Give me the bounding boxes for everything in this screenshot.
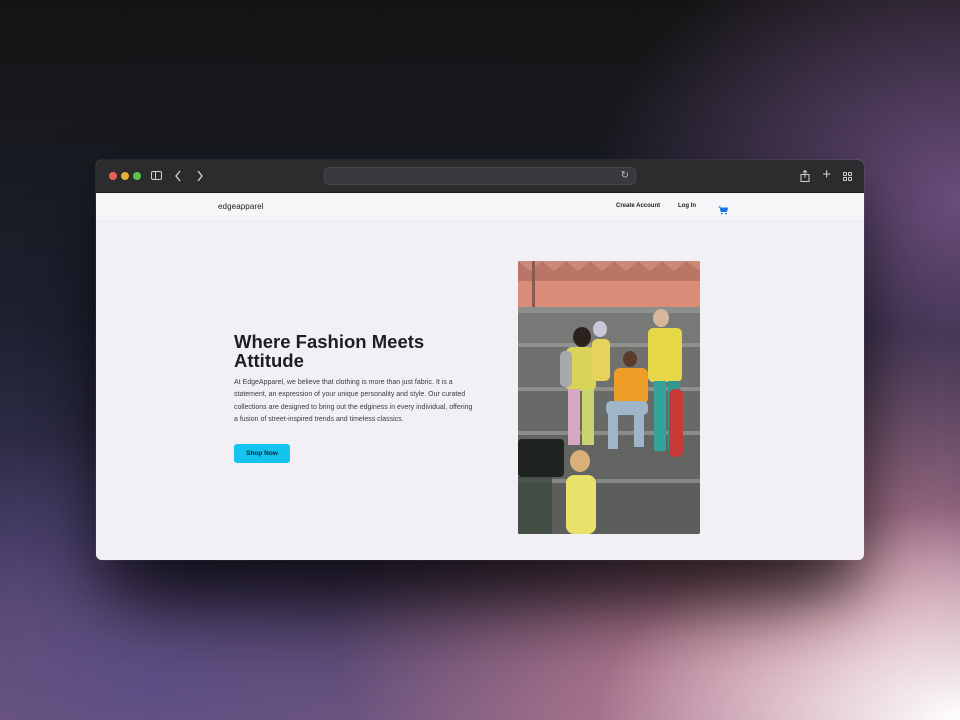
shop-now-button[interactable]: Shop Now [234,444,290,463]
address-bar[interactable]: ↻ [324,167,636,185]
minimize-window-button[interactable] [121,172,129,180]
reload-icon[interactable]: ↻ [621,169,629,183]
brand-logo[interactable]: edgeapparel [218,202,264,211]
new-tab-icon[interactable]: + [822,167,831,183]
hero-photo-illustration [518,261,700,534]
hero-description: At EdgeApparel, we believe that clothing… [234,379,473,424]
site-navbar: edgeapparel Create Account Log In [96,193,864,221]
forward-icon[interactable] [196,168,204,184]
back-icon[interactable] [174,168,182,184]
tab-overview-icon[interactable] [843,172,852,181]
close-window-button[interactable] [109,172,117,180]
browser-window: ↻ + edgeapparel Create Account Log In Wh… [96,160,864,560]
create-account-link[interactable]: Create Account [616,203,660,209]
hero-title: Where Fashion Meets Attitude [234,331,425,371]
sidebar-toggle-icon[interactable] [151,171,162,180]
login-link[interactable]: Log In [678,203,696,209]
hero-image [518,261,700,534]
share-icon[interactable] [800,170,810,182]
cart-icon[interactable] [718,202,728,215]
browser-titlebar: ↻ + [96,160,864,193]
zoom-window-button[interactable] [133,172,141,180]
web-page: edgeapparel Create Account Log In Where … [96,193,864,560]
